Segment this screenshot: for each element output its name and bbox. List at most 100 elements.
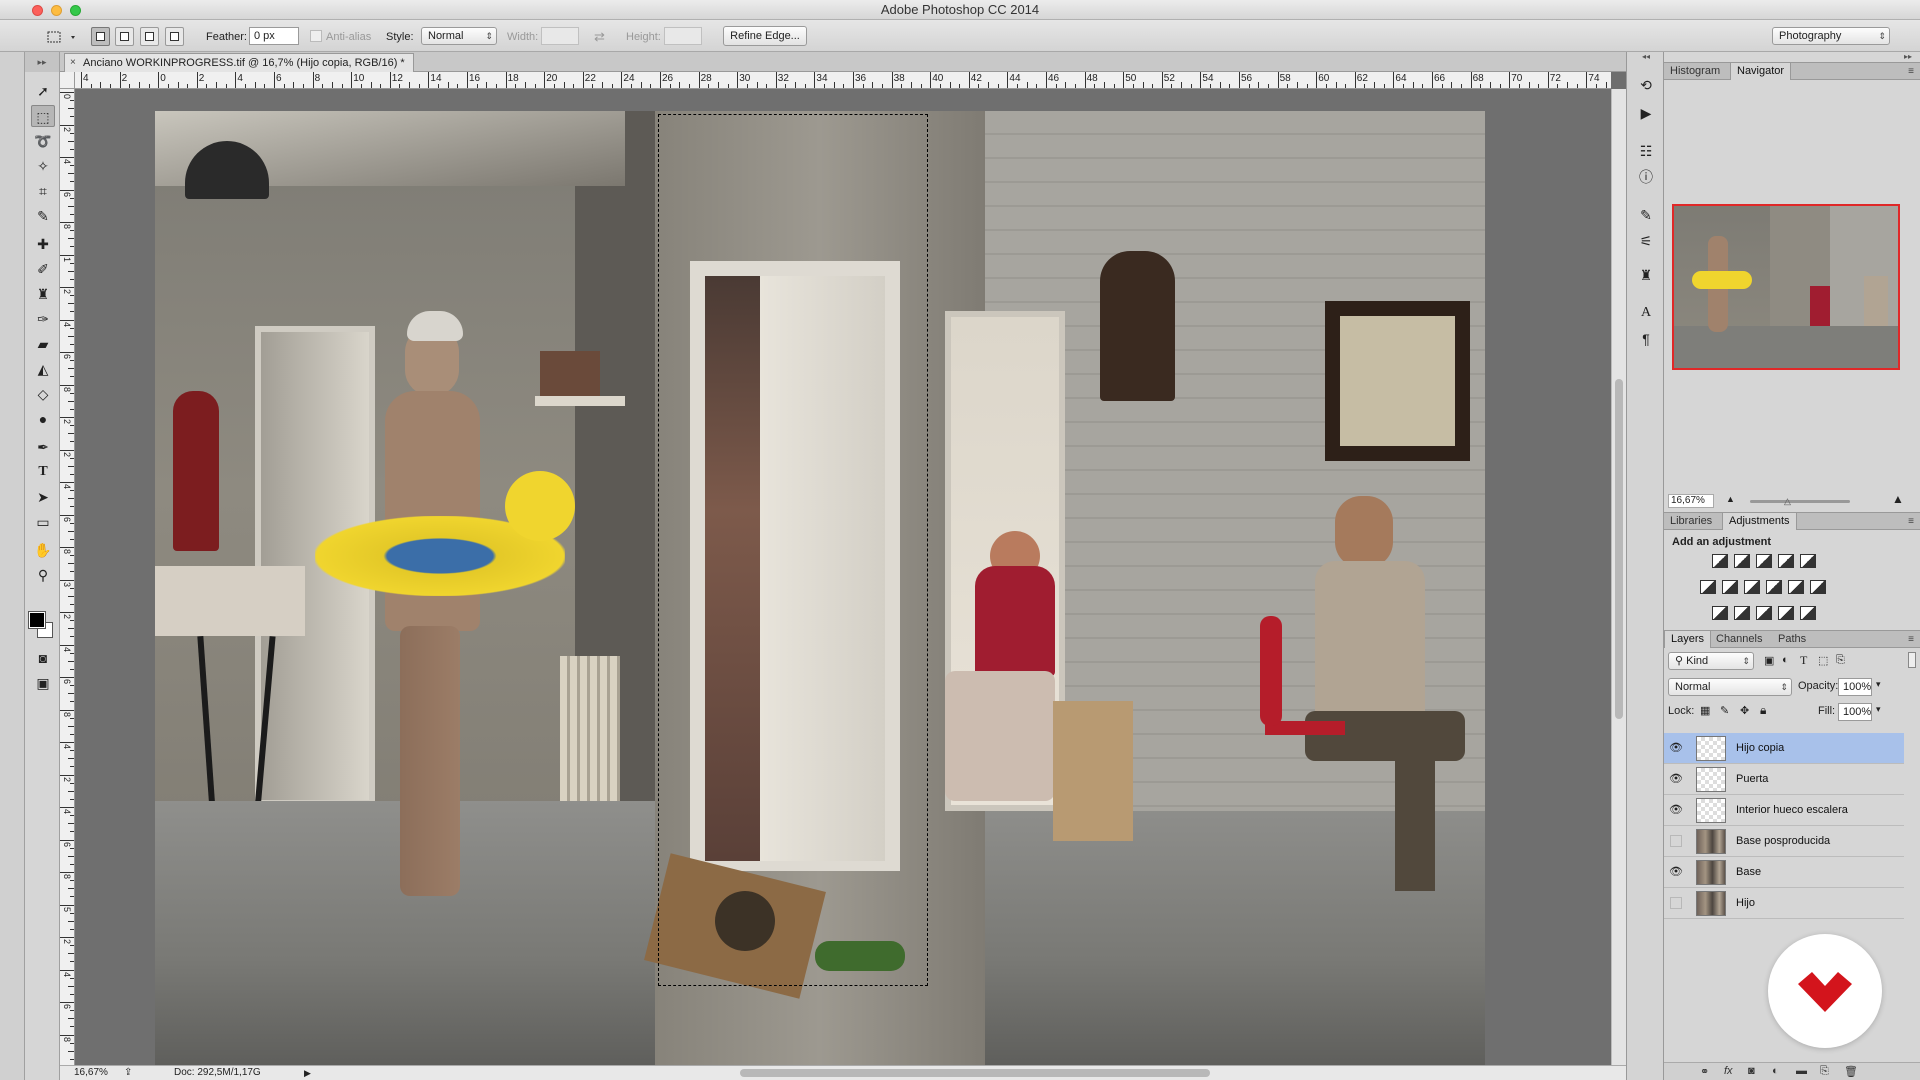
horizontal-scroll-thumb[interactable] [740,1069,1210,1077]
dock-collapse-icon[interactable]: ▸▸ [1664,52,1920,62]
layer-row[interactable]: 👁︎ Puerta [1664,764,1904,795]
photo-filter-icon[interactable] [1766,580,1782,594]
layer-visibility-eye-icon[interactable]: 👁︎ [1669,772,1683,786]
share-icon[interactable]: ⇪ [124,1066,132,1080]
healing-brush-tool-icon[interactable]: ✚ [31,233,55,255]
blend-mode-select[interactable]: Normal [1668,678,1792,696]
document-tab[interactable]: × Anciano WORKINPROGRESS.tif @ 16,7% (Hi… [64,53,414,72]
layer-visibility-eye-icon[interactable]: 👁︎ [1670,897,1682,909]
layer-row[interactable]: 👁︎ Hijo [1664,888,1904,919]
layer-row[interactable]: 👁︎ Base [1664,857,1904,888]
window-zoom-button[interactable] [70,5,81,16]
tab-histogram[interactable]: Histogram [1664,63,1726,80]
info-panel-icon[interactable]: ⓘ [1635,166,1657,188]
filter-shape-icon[interactable]: ⬚ [1818,654,1828,667]
filter-pixel-icon[interactable]: ▣ [1764,654,1774,667]
subtract-selection-mode-button[interactable] [140,27,159,46]
workspace-select[interactable]: Photography [1772,27,1890,45]
layer-visibility-eye-icon[interactable]: 👁︎ [1669,803,1683,817]
eyedropper-tool-icon[interactable]: ✎ [31,205,55,227]
status-menu-arrow-icon[interactable]: ▶ [304,1066,311,1080]
eraser-tool-icon[interactable]: ▰ [31,333,55,355]
link-layers-icon[interactable]: ⚭ [1700,1065,1709,1078]
rectangular-marquee-tool-icon[interactable]: ⬚ [31,105,55,127]
new-selection-mode-button[interactable] [91,27,110,46]
height-input[interactable] [664,27,702,45]
brush-panel-icon[interactable]: ✎ [1635,204,1657,226]
width-input[interactable] [541,27,579,45]
hue-saturation-icon[interactable] [1700,580,1716,594]
layer-row[interactable]: 👁︎ Interior hueco escalera [1664,795,1904,826]
layer-visibility-eye-icon[interactable]: 👁︎ [1669,865,1683,879]
layer-thumbnail[interactable] [1696,767,1726,792]
clone-source-icon[interactable]: ♜ [1635,264,1657,286]
foreground-color-swatch[interactable] [28,611,46,629]
layer-name[interactable]: Interior hueco escalera [1736,795,1848,826]
fill-input[interactable]: 100% [1838,703,1872,721]
clone-stamp-tool-icon[interactable]: ♜ [31,283,55,305]
blur-tool-icon[interactable]: ◇ [31,383,55,405]
layer-thumbnail[interactable] [1696,891,1726,916]
layer-style-icon[interactable]: fx [1724,1065,1733,1077]
layer-name[interactable]: Hijo [1736,888,1755,919]
actions-panel-icon[interactable]: ▶ [1635,102,1657,124]
refine-edge-button[interactable]: Refine Edge... [723,26,807,46]
lock-all-icon[interactable]: 🔒︎ [1760,703,1766,718]
opacity-slider-arrow-icon[interactable]: ▾ [1876,679,1881,690]
new-adjustment-layer-icon[interactable]: ◐ [1772,1065,1779,1077]
levels-icon[interactable] [1734,554,1750,568]
quick-mask-icon[interactable]: ◙ [31,647,55,669]
color-lookup-icon[interactable] [1810,580,1826,594]
opacity-input[interactable]: 100% [1838,678,1872,696]
swap-dimensions-icon[interactable]: ⇄ [594,28,605,46]
layer-thumbnail[interactable] [1696,798,1726,823]
strip-collapse-icon[interactable]: ◂◂ [1627,52,1665,64]
antialias-checkbox[interactable] [310,30,322,42]
layer-visibility-eye-icon[interactable]: 👁︎ [1669,741,1683,755]
tab-channels[interactable]: Channels [1710,631,1768,648]
brush-presets-icon[interactable]: ⚟ [1635,230,1657,252]
close-document-icon[interactable]: × [70,54,76,72]
tab-adjustments[interactable]: Adjustments [1722,513,1797,530]
dodge-tool-icon[interactable]: ● [31,408,55,430]
path-selection-tool-icon[interactable]: ➤ [31,486,55,508]
zoom-slider-knob[interactable]: △ [1784,496,1791,507]
delete-layer-icon[interactable]: 🗑︎ [1844,1065,1858,1078]
toolbar-collapse-icon[interactable]: ▸▸ [24,52,60,72]
quick-selection-tool-icon[interactable]: ✧ [31,155,55,177]
zoom-out-icon[interactable]: ▲ [1726,494,1735,504]
feather-input[interactable]: 0 px [249,27,299,45]
filter-adjustment-icon[interactable]: ◐ [1782,654,1789,666]
gradient-map-icon[interactable] [1800,606,1816,620]
layer-name[interactable]: Puerta [1736,764,1768,795]
lasso-tool-icon[interactable]: ➰ [31,130,55,152]
add-selection-mode-button[interactable] [115,27,134,46]
curves-icon[interactable] [1756,554,1772,568]
layer-name[interactable]: Base posproducida [1736,826,1830,857]
brush-tool-icon[interactable]: ✐ [31,258,55,280]
intersect-selection-mode-button[interactable] [165,27,184,46]
channel-mixer-icon[interactable] [1788,580,1804,594]
marquee-selection[interactable] [658,114,928,986]
layer-row[interactable]: 👁︎ Hijo copia [1664,733,1904,764]
properties-panel-icon[interactable]: ☷ [1635,140,1657,162]
tab-navigator[interactable]: Navigator [1730,63,1792,80]
tab-layers[interactable]: Layers [1664,631,1712,648]
layer-mask-icon[interactable]: ◙ [1748,1065,1755,1077]
layer-thumbnail[interactable] [1696,860,1726,885]
pen-tool-icon[interactable]: ✒ [31,436,55,458]
type-tool-icon[interactable]: T [31,461,55,483]
layer-name[interactable]: Base [1736,857,1761,888]
vertical-scroll-thumb[interactable] [1615,379,1623,719]
filter-type-icon[interactable]: T [1800,653,1807,668]
vertical-scrollbar[interactable] [1611,89,1626,1065]
tool-preset-picker[interactable] [44,27,80,45]
character-panel-icon[interactable]: A [1635,302,1657,324]
layer-name[interactable]: Hijo copia [1736,733,1784,764]
posterize-icon[interactable] [1734,606,1750,620]
lock-image-icon[interactable]: ✎ [1720,704,1729,717]
selective-color-icon[interactable] [1778,606,1794,620]
fill-slider-arrow-icon[interactable]: ▾ [1876,704,1881,715]
layer-visibility-eye-icon[interactable]: 👁︎ [1670,835,1682,847]
lock-position-icon[interactable]: ✥ [1740,704,1749,717]
